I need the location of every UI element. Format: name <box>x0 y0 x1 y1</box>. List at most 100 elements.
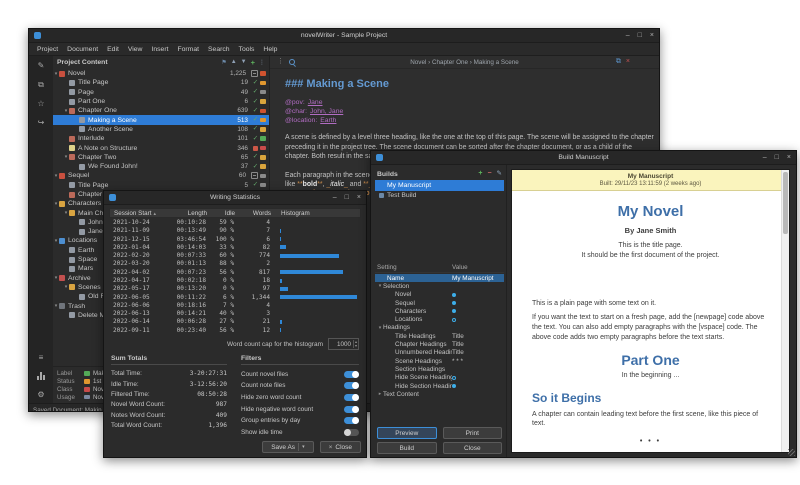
build-action-button[interactable]: Print <box>443 427 503 439</box>
stats-row[interactable]: 2022-09-11 00:23:40 56 % 12 <box>109 326 361 334</box>
stats-row[interactable]: 2021-12-15 03:46:54 100 % 6 <box>109 235 361 243</box>
setting-row[interactable]: ▾Selection <box>375 282 504 290</box>
active-check-icon[interactable] <box>253 146 258 151</box>
remove-build-icon[interactable]: − <box>487 168 491 180</box>
add-build-icon[interactable]: + <box>478 168 482 180</box>
tree-item[interactable]: Title Page 5 <box>53 181 269 190</box>
stats-titlebar[interactable]: Writing Statistics – □ × <box>104 191 366 205</box>
menu-item[interactable]: Tools <box>235 46 259 53</box>
minimize-icon[interactable]: – <box>333 191 337 204</box>
cap-value[interactable]: 1000 <box>329 341 353 348</box>
tree-item[interactable]: Page 49 <box>53 88 269 97</box>
build-list-item[interactable]: My Manuscript <box>375 180 504 191</box>
tree-item[interactable]: ▾ Sequel 60 <box>53 171 269 180</box>
menu-item[interactable]: Project <box>33 46 62 53</box>
tree-item[interactable]: Title Page 19 <box>53 78 269 87</box>
move-down-icon[interactable]: ▼ <box>241 59 247 65</box>
setting-row[interactable]: ▸Text Content <box>375 390 504 398</box>
spinbox-arrows[interactable]: ▴▾ <box>353 340 358 348</box>
setting-row[interactable]: Hide Scene Headings <box>375 374 504 382</box>
close-button[interactable]: ×Close <box>320 441 361 453</box>
setting-row[interactable]: Hide Section Headings <box>375 382 504 390</box>
cap-spinbox[interactable]: 1000 ▴▾ <box>328 338 359 350</box>
active-check-icon[interactable] <box>251 88 260 97</box>
stats-row[interactable]: 2022-06-13 00:14:21 40 % 3 <box>109 310 361 318</box>
active-check-icon[interactable] <box>251 153 260 162</box>
minimize-icon[interactable]: – <box>626 29 630 42</box>
editor-view-icon[interactable]: ✎ <box>38 61 45 70</box>
setting-row[interactable]: Scene Headings * * * <box>375 357 504 365</box>
menu-item[interactable]: View <box>124 46 147 53</box>
filter-toggle[interactable] <box>344 394 359 401</box>
active-check-icon[interactable] <box>251 106 260 115</box>
build-action-button[interactable]: Preview <box>377 427 437 439</box>
build-action-button[interactable]: Close <box>443 442 503 454</box>
edit-build-icon[interactable]: ✎ <box>497 168 502 180</box>
col-words[interactable]: Words <box>242 210 278 217</box>
search-icon[interactable] <box>289 59 295 65</box>
editor-menu-icon[interactable]: ⋮ <box>277 56 284 68</box>
add-item-icon[interactable]: + <box>251 58 255 67</box>
editor-maximize-icon[interactable]: ⧉ <box>616 56 621 68</box>
col-histogram[interactable]: Histogram <box>278 210 356 217</box>
build-list-item[interactable]: Test Build <box>375 191 504 202</box>
main-titlebar[interactable]: novelWriter - Sample Project – □ × <box>29 29 659 43</box>
stats-row[interactable]: 2022-04-17 00:02:18 0 % 18 <box>109 276 361 284</box>
tree-item[interactable]: ▾ Chapter Two 65 <box>53 153 269 162</box>
setting-row[interactable]: Name My Manuscript <box>375 274 504 282</box>
tree-item[interactable]: We Found John! 37 <box>53 162 269 171</box>
active-check-icon[interactable] <box>251 134 260 143</box>
active-check-icon[interactable] <box>251 125 260 134</box>
settings-gear-icon[interactable]: ⚙ <box>37 390 44 399</box>
minimize-icon[interactable]: – <box>763 151 767 164</box>
close-icon[interactable]: × <box>787 151 791 164</box>
filter-toggle[interactable] <box>344 371 359 378</box>
setting-row[interactable]: Characters <box>375 307 504 315</box>
menu-item[interactable]: Insert <box>147 46 172 53</box>
menu-item[interactable]: Format <box>173 46 203 53</box>
tag-value[interactable]: Earth <box>320 117 336 124</box>
tree-menu-icon[interactable]: ⋮ <box>259 59 265 66</box>
move-up-icon[interactable]: ▲ <box>231 59 237 65</box>
maximize-icon[interactable]: □ <box>345 191 349 204</box>
setting-row[interactable]: ▾Headings <box>375 324 504 332</box>
menu-item[interactable]: Search <box>204 46 234 53</box>
stats-row[interactable]: 2022-05-17 00:13:20 0 % 97 <box>109 285 361 293</box>
active-check-icon[interactable] <box>251 181 260 190</box>
tree-item[interactable]: Making a Scene 513 <box>53 115 269 124</box>
maximize-icon[interactable]: □ <box>775 151 779 164</box>
setting-row[interactable]: Sequel <box>375 299 504 307</box>
filter-toggle[interactable] <box>344 429 359 436</box>
stats-row[interactable]: 2022-06-05 00:11:22 6 % 1,344 <box>109 293 361 301</box>
tag-value[interactable]: John, Jane <box>310 108 343 115</box>
stats-row[interactable]: 2022-03-20 00:01:13 88 % 2 <box>109 260 361 268</box>
filter-toggle[interactable] <box>344 417 359 424</box>
tree-item[interactable]: ▾ Chapter One 639 <box>53 106 269 115</box>
close-icon[interactable]: × <box>357 191 361 204</box>
stats-row[interactable]: 2022-01-04 00:14:03 33 % 82 <box>109 243 361 251</box>
build-titlebar[interactable]: Build Manuscript – □ × <box>371 151 796 165</box>
stats-row[interactable]: 2022-04-02 00:07:23 56 % 817 <box>109 268 361 276</box>
setting-row[interactable]: Section Headings <box>375 365 504 373</box>
setting-row[interactable]: Title Headings Title <box>375 332 504 340</box>
tree-item[interactable]: ▾ Novel 1,225 <box>53 69 269 78</box>
stats-row[interactable]: 2022-02-20 00:07:33 60 % 774 <box>109 251 361 259</box>
star-icon[interactable]: ☆ <box>37 99 44 108</box>
col-length[interactable]: Length <box>168 210 214 217</box>
tag-value[interactable]: Jane <box>308 99 323 106</box>
maximize-icon[interactable]: □ <box>638 29 642 42</box>
tree-item[interactable]: Part One 6 <box>53 97 269 106</box>
menu-item[interactable]: Edit <box>103 46 123 53</box>
export-icon[interactable]: ↪ <box>38 118 45 127</box>
quick-links-icon[interactable]: ⚑ <box>221 59 226 66</box>
preview-page[interactable]: My Novel By Jane Smith This is the title… <box>512 191 789 452</box>
menu-item[interactable]: Help <box>259 46 281 53</box>
setting-row[interactable]: Locations <box>375 315 504 323</box>
resize-grip[interactable] <box>788 449 795 456</box>
setting-row[interactable]: Unnumbered Headings Title <box>375 349 504 357</box>
setting-row[interactable]: Chapter Headings Title <box>375 340 504 348</box>
stats-row[interactable]: 2022-06-14 00:06:28 27 % 21 <box>109 318 361 326</box>
filter-toggle[interactable] <box>344 406 359 413</box>
active-check-icon[interactable] <box>251 78 260 87</box>
editor-close-icon[interactable]: × <box>626 56 630 68</box>
